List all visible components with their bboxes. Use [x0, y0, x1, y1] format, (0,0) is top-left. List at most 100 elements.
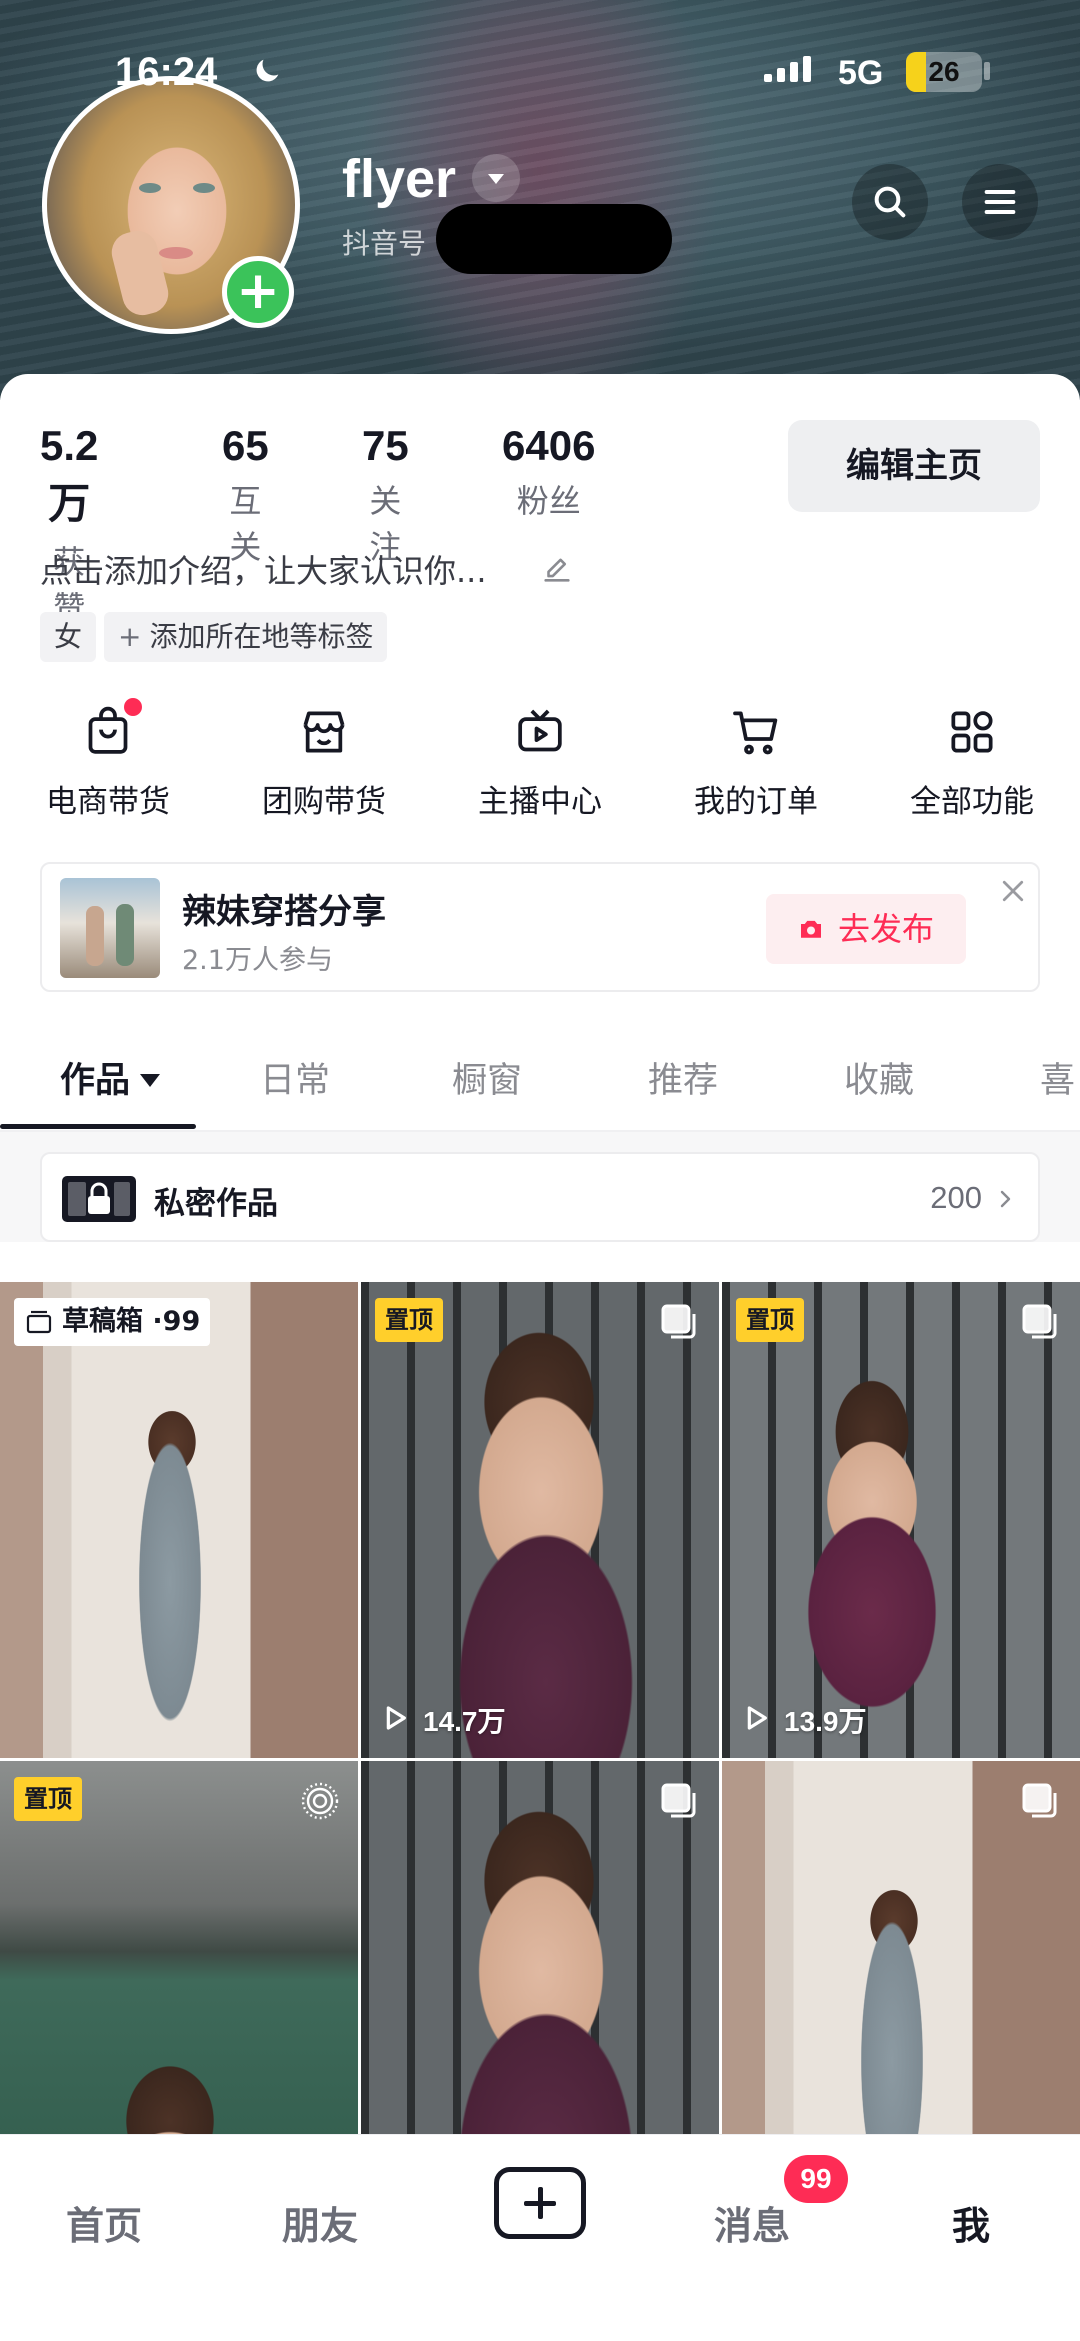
feature-all-functions[interactable]: 全部功能 — [864, 704, 1080, 821]
publish-button-label: 去发布 — [838, 910, 935, 948]
feature-label: 主播中心 — [478, 784, 602, 820]
nav-me[interactable]: 我 — [952, 2195, 990, 2250]
play-icon — [386, 1706, 406, 1730]
photo-carousel-icon — [1022, 1304, 1057, 1339]
stat-label: 粉丝 — [516, 482, 581, 520]
cart-icon — [733, 711, 778, 755]
grid-apps-icon — [951, 711, 993, 753]
create-post-button[interactable] — [494, 2167, 586, 2239]
avatar-hand — [107, 226, 173, 320]
stat-value: 6406 — [502, 422, 596, 469]
chevron-right-icon — [1000, 1190, 1011, 1208]
photo-carousel-icon — [661, 1783, 696, 1818]
username[interactable]: flyer — [342, 148, 456, 210]
promo-participants: 2.1万人参与 — [182, 945, 333, 976]
lock-icon — [62, 1176, 136, 1222]
pencil-icon[interactable] — [540, 552, 574, 586]
battery-tip — [984, 62, 990, 80]
add-location-tag[interactable]: + 添加所在地等标签 — [104, 612, 388, 662]
feature-shortcuts: 电商带货 团购带货 主播中心 我的订单 全部功能 — [0, 698, 1080, 864]
redaction-blob — [436, 204, 672, 274]
feature-ecommerce[interactable]: 电商带货 — [0, 698, 216, 821]
avatar-eye — [139, 183, 161, 193]
status-time: 16:24 — [115, 50, 218, 94]
private-works-row[interactable]: 私密作品 200 — [40, 1152, 1040, 1242]
stat-followers[interactable]: 6406 粉丝 — [502, 422, 595, 522]
pinned-badge: 置顶 — [375, 1298, 443, 1342]
battery-icon: 26 — [906, 52, 982, 92]
search-button[interactable] — [852, 164, 928, 240]
nav-friends[interactable]: 朋友 — [282, 2195, 358, 2250]
search-icon — [874, 186, 906, 218]
menu-icon — [984, 190, 1016, 214]
tab-showcase[interactable]: 橱窗 — [452, 1052, 522, 1103]
promo-thumbnail — [60, 878, 160, 978]
video-tile-draft[interactable]: 草稿箱 ·99 — [0, 1282, 358, 1758]
draft-box-badge[interactable]: 草稿箱 ·99 — [14, 1298, 211, 1346]
draft-box-label: 草稿箱 ·99 — [62, 1306, 201, 1337]
photo-carousel-icon — [1022, 1783, 1057, 1818]
add-location-label: 添加所在地等标签 — [149, 620, 374, 653]
photo-carousel-icon — [661, 1304, 696, 1339]
challenge-promo-card[interactable]: 辣妹穿搭分享 2.1万人参与 去发布 — [40, 862, 1040, 992]
avatar-lip — [159, 247, 193, 259]
tab-label: 作品 — [60, 1061, 131, 1101]
pinned-badge: 置顶 — [736, 1298, 804, 1342]
status-bar: 16:24 5G 26 — [0, 0, 1080, 150]
stat-value: 5.2万 — [40, 422, 99, 527]
notification-dot — [124, 698, 142, 716]
nav-home[interactable]: 首页 — [66, 2195, 142, 2250]
publish-button[interactable]: 去发布 — [766, 894, 966, 964]
active-tab-indicator — [0, 1124, 196, 1129]
gender-tag[interactable]: 女 — [40, 612, 97, 662]
play-count-value: 14.7万 — [423, 1706, 506, 1737]
tab-likes[interactable]: 喜 — [1040, 1052, 1075, 1103]
feature-label: 电商带货 — [46, 784, 170, 820]
promo-title: 辣妹穿搭分享 — [182, 892, 386, 932]
video-tile[interactable]: 置顶 13.9万 — [722, 1282, 1080, 1758]
feature-label: 全部功能 — [910, 784, 1034, 820]
private-works-count: 200 — [930, 1180, 982, 1215]
douyin-id-label: 抖音号 — [342, 227, 427, 260]
feature-label: 我的订单 — [694, 784, 818, 820]
tab-recommended[interactable]: 推荐 — [648, 1052, 718, 1103]
tab-works[interactable]: 作品 — [60, 1052, 161, 1103]
account-switch-chevron-icon[interactable] — [472, 154, 520, 202]
edit-profile-button[interactable]: 编辑主页 — [788, 420, 1040, 512]
moon-icon — [256, 59, 279, 82]
feature-label: 团购带货 — [262, 784, 386, 820]
feature-streamer-center[interactable]: 主播中心 — [432, 704, 648, 821]
feature-my-orders[interactable]: 我的订单 — [648, 704, 864, 821]
stat-value: 65 — [222, 422, 269, 469]
feature-group-buy[interactable]: 团购带货 — [216, 704, 432, 821]
video-tile[interactable]: 置顶 14.7万 — [361, 1282, 719, 1758]
nav-messages[interactable]: 消息 — [714, 2195, 790, 2250]
stat-value: 75 — [362, 422, 409, 469]
network-label: 5G — [838, 54, 884, 92]
stat-likes[interactable]: 5.2万 获赞 — [40, 422, 98, 629]
plus-icon: + — [118, 620, 142, 653]
bio-text[interactable]: 点击添加介绍，让大家认识你... — [40, 546, 487, 592]
private-works-section: 私密作品 200 — [0, 1132, 1080, 1242]
close-icon[interactable] — [998, 876, 1028, 906]
menu-button[interactable] — [962, 164, 1038, 240]
pinned-badge: 置顶 — [14, 1777, 82, 1821]
battery-level: 26 — [928, 56, 960, 87]
tab-daily[interactable]: 日常 — [260, 1052, 330, 1103]
avatar-eye — [193, 183, 215, 193]
tab-favorites[interactable]: 收藏 — [844, 1052, 914, 1103]
play-count: 14.7万 — [379, 1700, 506, 1740]
private-works-label: 私密作品 — [154, 1186, 278, 1222]
bottom-navigation: 首页 朋友 消息 99 我 — [0, 2134, 1080, 2341]
tv-play-icon — [518, 709, 562, 752]
store-icon — [303, 711, 345, 753]
signal-icon — [764, 56, 811, 82]
caret-down-icon — [140, 1074, 161, 1087]
add-avatar-button[interactable]: + — [222, 256, 294, 328]
play-count: 13.9万 — [740, 1700, 867, 1740]
live-photo-icon — [301, 1782, 339, 1820]
play-icon — [747, 1706, 767, 1730]
messages-badge: 99 — [784, 2155, 848, 2203]
profile-tabs: 作品 日常 橱窗 推荐 收藏 喜 — [0, 1032, 1080, 1132]
camera-icon — [801, 920, 821, 938]
